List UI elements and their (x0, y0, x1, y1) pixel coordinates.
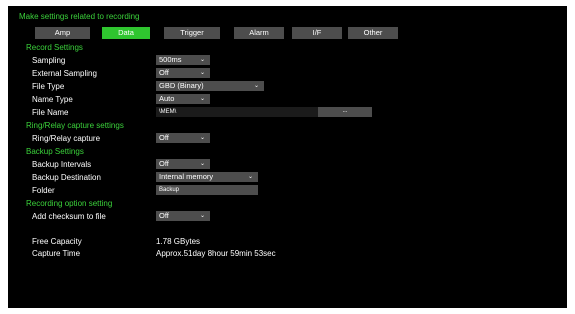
name-type-select[interactable]: Auto ⌄ (156, 94, 210, 104)
ring-relay-value: Off (159, 133, 169, 142)
chevron-down-icon: ⌄ (199, 135, 205, 141)
file-name-label: File Name (32, 108, 69, 117)
ring-relay-label: Ring/Relay capture (32, 134, 101, 143)
chevron-down-icon: ⌄ (247, 174, 253, 180)
backup-destination-value: Internal memory (159, 172, 214, 181)
backup-intervals-label: Backup Intervals (32, 160, 92, 169)
capture-time-label: Capture Time (32, 249, 81, 258)
ring-relay-select[interactable]: Off ⌄ (156, 133, 210, 143)
file-name-field[interactable]: \MEM\ (156, 107, 318, 117)
name-type-label: Name Type (32, 95, 73, 104)
free-capacity-label: Free Capacity (32, 237, 82, 246)
checksum-label: Add checksum to file (32, 212, 106, 221)
tab-alarm[interactable]: Alarm (234, 27, 284, 39)
record-settings-heading: Record Settings (26, 43, 83, 52)
chevron-down-icon: ⌄ (199, 70, 205, 76)
tab-if[interactable]: I/F (292, 27, 342, 39)
name-type-value: Auto (159, 94, 175, 103)
chevron-down-icon: ⌄ (199, 161, 205, 167)
chevron-down-icon: ⌄ (253, 83, 259, 89)
external-sampling-value: Off (159, 68, 169, 77)
sampling-select[interactable]: 500ms ⌄ (156, 55, 210, 65)
folder-field[interactable]: Backup (156, 185, 258, 195)
sampling-value: 500ms (159, 55, 182, 64)
folder-label: Folder (32, 186, 55, 195)
external-sampling-select[interactable]: Off ⌄ (156, 68, 210, 78)
chevron-down-icon: ⌄ (199, 96, 205, 102)
file-type-label: File Type (32, 82, 65, 91)
free-capacity-value: 1.78 GBytes (156, 237, 201, 246)
backup-settings-heading: Backup Settings (26, 147, 84, 156)
ring-relay-heading: Ring/Relay capture settings (26, 121, 124, 130)
browse-button[interactable]: ... (318, 107, 372, 117)
capture-time-value: Approx.51day 8hour 59min 53sec (156, 249, 276, 258)
page-title: Make settings related to recording (19, 12, 140, 21)
tab-other[interactable]: Other (348, 27, 398, 39)
tab-data[interactable]: Data (102, 27, 150, 39)
file-type-value: GBD (Binary) (159, 81, 204, 90)
recording-settings-panel: Make settings related to recording Amp D… (8, 6, 567, 308)
backup-intervals-select[interactable]: Off ⌄ (156, 159, 210, 169)
external-sampling-label: External Sampling (32, 69, 97, 78)
backup-intervals-value: Off (159, 159, 169, 168)
backup-destination-label: Backup Destination (32, 173, 101, 182)
file-type-select[interactable]: GBD (Binary) ⌄ (156, 81, 264, 91)
checksum-select[interactable]: Off ⌄ (156, 211, 210, 221)
chevron-down-icon: ⌄ (199, 57, 205, 63)
sampling-label: Sampling (32, 56, 66, 65)
tab-amp[interactable]: Amp (35, 27, 90, 39)
tab-trigger[interactable]: Trigger (164, 27, 220, 39)
recording-option-heading: Recording option setting (26, 199, 113, 208)
backup-destination-select[interactable]: Internal memory ⌄ (156, 172, 258, 182)
checksum-value: Off (159, 211, 169, 220)
chevron-down-icon: ⌄ (199, 213, 205, 219)
